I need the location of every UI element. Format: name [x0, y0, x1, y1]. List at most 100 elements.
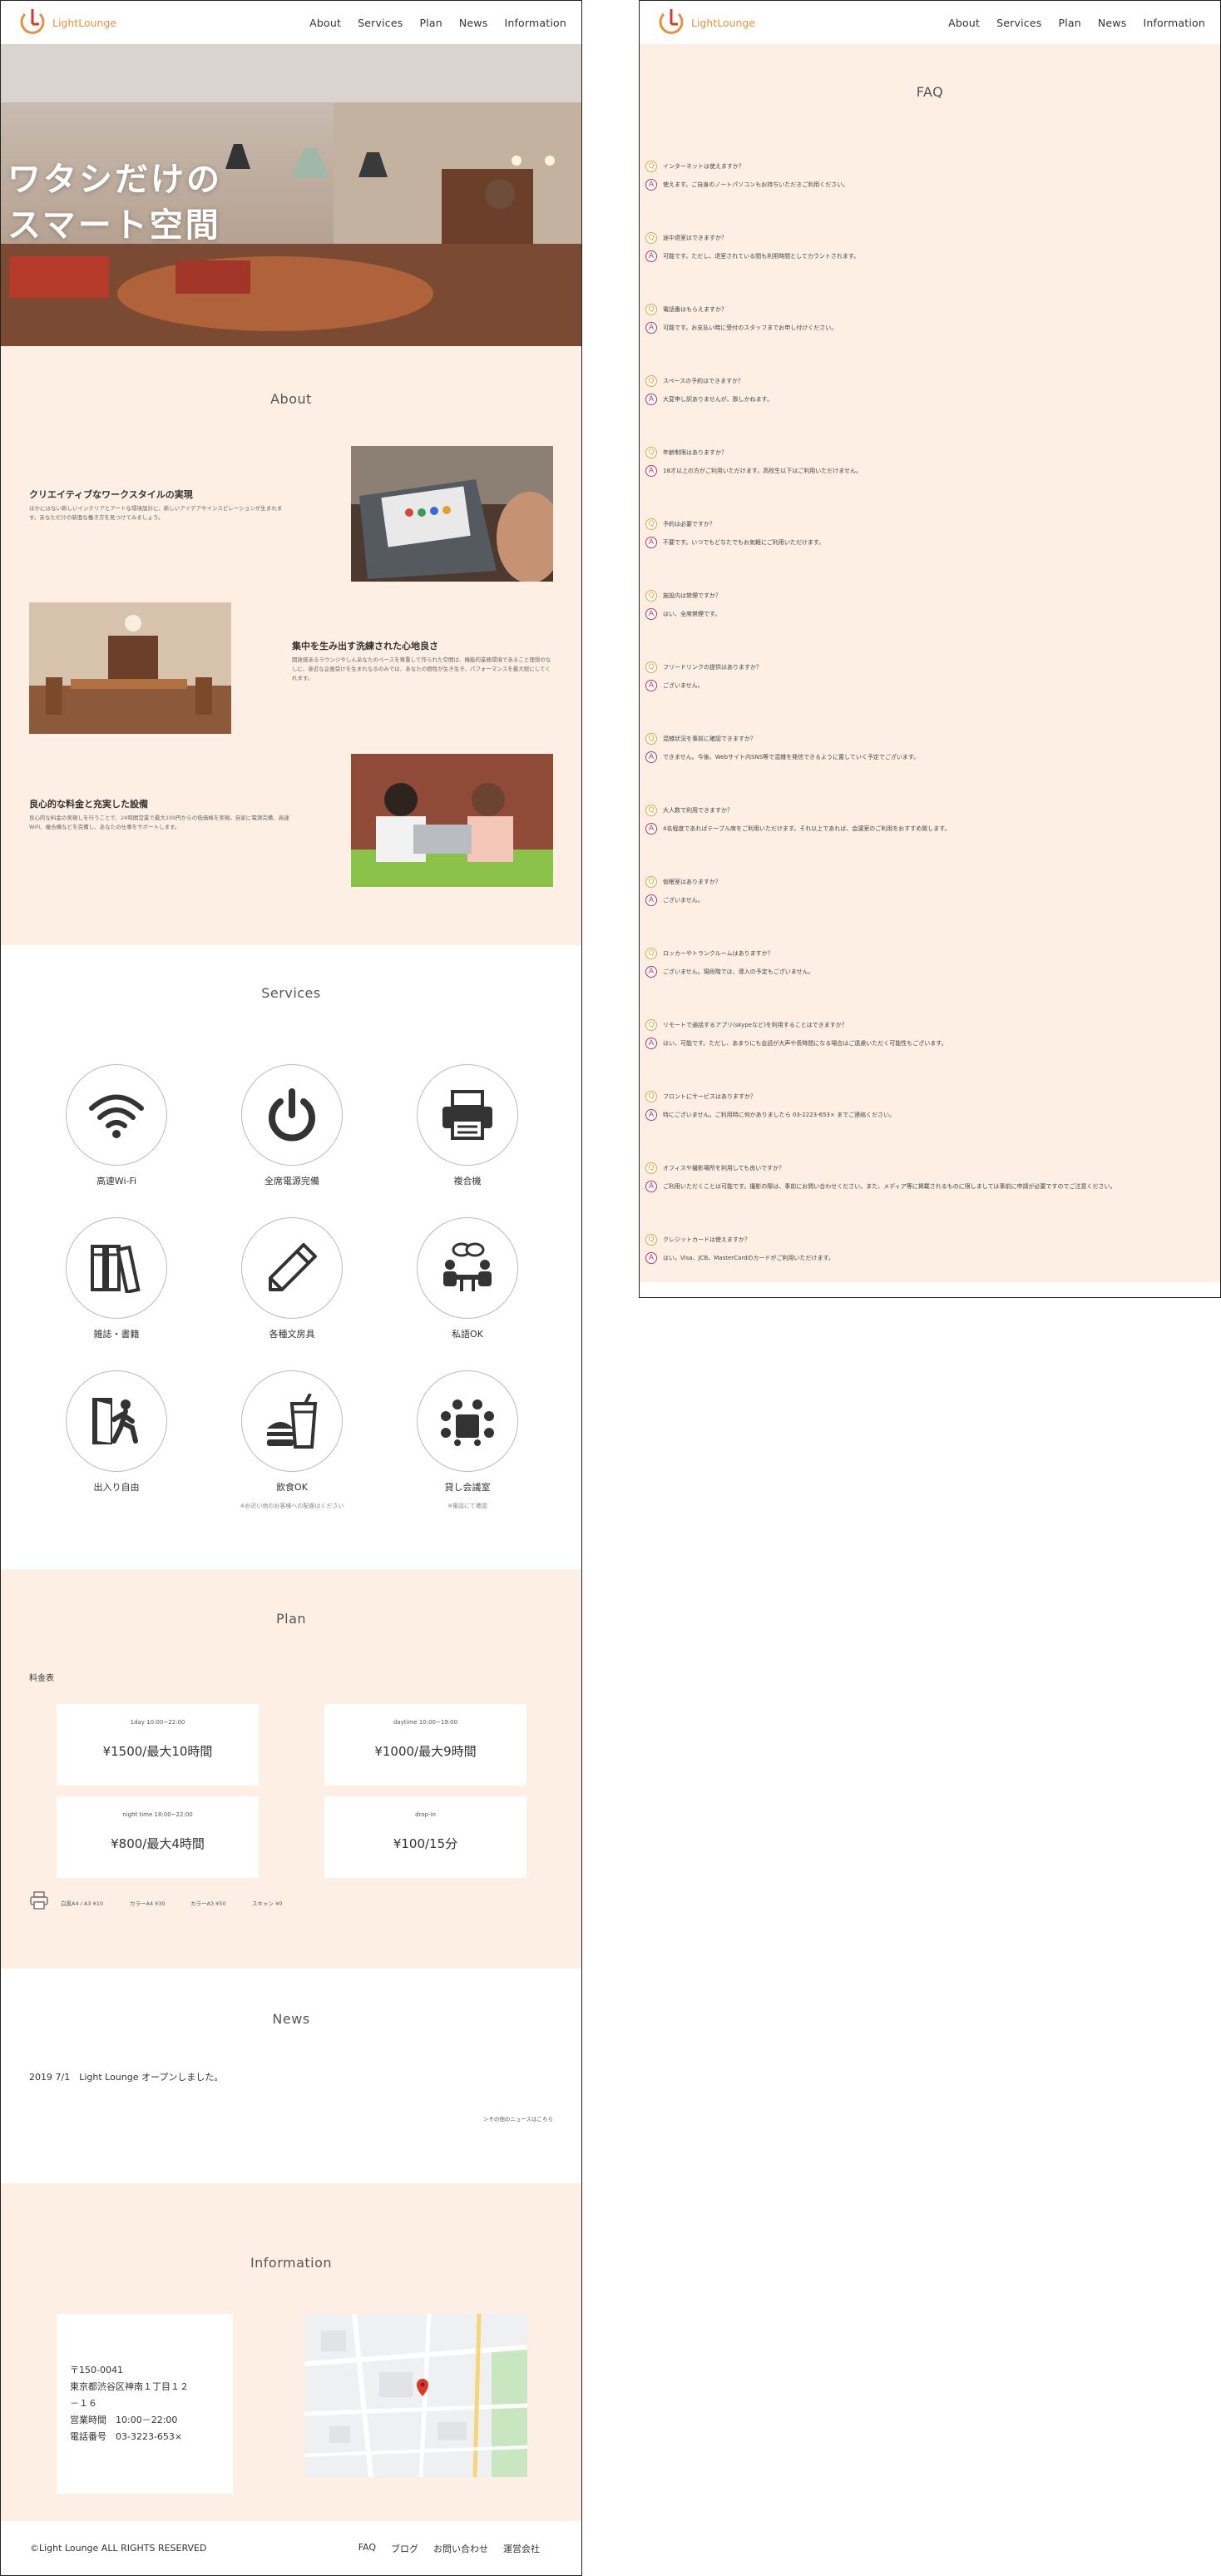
- address-box: 〒150-0041 東京都渋谷区神南１丁目１２ －１６ 営業時間 10:00－2…: [57, 2314, 233, 2494]
- faq-question[interactable]: Q 混雑状況を事前に確認できますか？: [645, 731, 1211, 746]
- footer-link-company[interactable]: 運営会社: [503, 2542, 540, 2555]
- question-badge-icon: Q: [645, 446, 657, 458]
- main-nav: About Services Plan News Information: [309, 17, 566, 29]
- faq-question[interactable]: Q クレジットカードは使えますか？: [645, 1232, 1211, 1246]
- question-badge-icon: Q: [645, 1233, 657, 1246]
- news-more-link[interactable]: ＞その他のニュースはこちら: [483, 2114, 553, 2123]
- faq-question-text: 年齢制限はありますか？: [663, 448, 727, 456]
- nav-information[interactable]: Information: [504, 17, 566, 29]
- answer-badge-icon: A: [645, 607, 657, 620]
- faq-item: Q フロントにサービスはありますか？ A 特にございません。ご利用時に何かありましたら…: [645, 1089, 1211, 1122]
- faq-question[interactable]: Q インターネットは使えますか？: [645, 159, 1211, 173]
- plan-price: ¥800/最大4時間: [111, 1836, 205, 1851]
- address-line: 東京都渋谷区神南１丁目１２: [70, 2381, 189, 2392]
- question-badge-icon: Q: [645, 1162, 657, 1174]
- address-line: －１６: [70, 2398, 97, 2409]
- feature-heading-1: クリエイティブなワークスタイルの実現: [29, 489, 193, 500]
- logo[interactable]: LightLounge: [656, 7, 755, 37]
- nav-news[interactable]: News: [1098, 17, 1127, 29]
- plan-label: drop-in: [415, 1811, 436, 1818]
- nav-plan[interactable]: Plan: [419, 17, 442, 29]
- faq-answer: A 大変申し訳ありませんが、致しかねます。: [645, 392, 1211, 406]
- nav-news[interactable]: News: [459, 17, 488, 29]
- logo[interactable]: LightLounge: [17, 7, 116, 37]
- question-badge-icon: Q: [645, 303, 657, 315]
- faq-answer-text: 可能です。ただし、退室されている間も利用時間としてカウントされます。: [663, 252, 860, 260]
- clock-logo-icon: [20, 9, 45, 34]
- faq-question[interactable]: Q 大人数で利用できますか？: [645, 803, 1211, 817]
- faq-question-text: クレジットカードは使えますか？: [663, 1236, 750, 1243]
- nav-plan[interactable]: Plan: [1058, 17, 1080, 29]
- answer-badge-icon: A: [645, 393, 657, 405]
- answer-badge-icon: A: [645, 464, 657, 477]
- service-chat: 私語OK: [405, 1217, 530, 1340]
- plan-card-1day[interactable]: 1day 10:00~22:00 ¥1500/最大10時間: [57, 1704, 259, 1786]
- question-badge-icon: Q: [645, 589, 657, 602]
- faq-question[interactable]: Q オフィスや撮影場所を利用しても良いですか？: [645, 1161, 1211, 1175]
- hero-title-line2: スマート空間: [7, 206, 221, 245]
- faq-item: Q 電話番はもらえますか？ A 可能です。お支払い時に受付のスタッフまでお申し付けくだ…: [645, 302, 1211, 334]
- answer-badge-icon: A: [645, 321, 657, 334]
- map[interactable]: [304, 2314, 527, 2477]
- footer-link-contact[interactable]: お問い合わせ: [433, 2542, 488, 2555]
- plan-price: ¥100/15分: [393, 1836, 458, 1851]
- faq-answer: A ございません。現段階では、導入の予定もございません。: [645, 964, 1211, 978]
- information-title: Information: [250, 2255, 333, 2271]
- faq-answer: A はい、可能です。ただし、あまりにも会話が大声や長時間になる場合はご遠慮いただく…: [645, 1036, 1211, 1050]
- faq-question-text: リモートで通話するアプリ(skypeなど)を利用することはできますか？: [663, 1021, 848, 1028]
- meeting-icon: [417, 1370, 518, 1472]
- brand-name: LightLounge: [52, 16, 117, 29]
- faq-answer: A 可能です。ただし、退室されている間も利用時間としてカウントされます。: [645, 249, 1211, 263]
- question-badge-icon: Q: [645, 661, 657, 673]
- faq-answer-text: ございません。: [663, 896, 704, 904]
- printer-icon: [417, 1064, 518, 1166]
- footer-link-blog[interactable]: ブログ: [391, 2542, 418, 2555]
- faq-answer: A ご利用いただくことは可能です。撮影の際は、事前にお問い合わせください。また、メ…: [645, 1179, 1211, 1193]
- feature-text-2: 開放感あるラウンジやしんあなたのペースを尊重して作られた空間は、機能的業務環境で…: [292, 656, 551, 681]
- faq-item: Q 年齢制限はありますか？ A 18才以上の方がご利用いただけます。高校生以下はご利用…: [645, 445, 1211, 478]
- nav-about[interactable]: About: [948, 17, 980, 29]
- faq-question[interactable]: Q 電話番はもらえますか？: [645, 302, 1211, 316]
- clock-logo-icon: [659, 9, 684, 34]
- working-people-photo: [351, 754, 553, 887]
- answer-badge-icon: A: [645, 679, 657, 691]
- faq-question[interactable]: Q 予約は必要ですか？: [645, 517, 1211, 531]
- footer-link-faq[interactable]: FAQ: [358, 2542, 376, 2555]
- service-label: 各種文房具: [269, 1329, 315, 1340]
- faq-question[interactable]: Q 施設内は禁煙ですか？: [645, 588, 1211, 602]
- plan-card-night[interactable]: night time 18:00~22:00 ¥800/最大4時間: [57, 1796, 259, 1878]
- nav-information[interactable]: Information: [1143, 17, 1205, 29]
- service-label: 雑誌・書籍: [93, 1329, 140, 1340]
- faq-answer: A 使えます。ご自身のノートパソコンもお持ちいただきご利用ください。: [645, 177, 1211, 191]
- faq-question[interactable]: Q リモートで通話するアプリ(skypeなど)を利用することはできますか？: [645, 1018, 1211, 1032]
- faq-answer-text: 可能です。お支払い時に受付のスタッフまでお申し付けください。: [663, 324, 838, 331]
- answer-badge-icon: A: [645, 822, 657, 835]
- business-hours: 営業時間 10:00－22:00: [70, 2415, 178, 2425]
- hero-title-line1: ワタシだけの: [7, 161, 222, 199]
- plan-card-dropin[interactable]: drop-in ¥100/15分: [324, 1796, 526, 1878]
- nav-about[interactable]: About: [309, 17, 341, 29]
- laptop-photo: [351, 446, 553, 582]
- faq-question[interactable]: Q フロントにサービスはありますか？: [645, 1089, 1211, 1103]
- faq-answer: A ございません。: [645, 678, 1211, 692]
- news-item[interactable]: 2019 7/1 Light Lounge オープンしました。: [29, 2070, 223, 2083]
- nav-services[interactable]: Services: [996, 17, 1041, 29]
- faq-question[interactable]: Q フリードリンクの提供はありますか？: [645, 660, 1211, 674]
- faq-question[interactable]: Q ロッカーやトランクルームはありますか？: [645, 946, 1211, 960]
- faq-question[interactable]: Q スペースの予約はできますか？: [645, 374, 1211, 388]
- answer-badge-icon: A: [645, 1251, 657, 1264]
- faq-answer-text: はい。Visa、JCB、MasterCardのカードがご利用いただけます。: [663, 1254, 834, 1261]
- faq-page: LightLounge About Services Plan News Inf…: [639, 0, 1221, 1298]
- information-section: Information 〒150-0041 東京都渋谷区神南１丁目１２ －１６ …: [1, 2183, 581, 2523]
- faq-question[interactable]: Q 年齢制限はありますか？: [645, 445, 1211, 459]
- wifi-icon: [66, 1064, 167, 1166]
- plan-price: ¥1500/最大10時間: [102, 1744, 213, 1759]
- footer-links: FAQ ブログ お問い合わせ 運営会社: [358, 2542, 540, 2555]
- faq-question[interactable]: Q 途中退室はできますか？: [645, 230, 1211, 245]
- nav-services[interactable]: Services: [358, 17, 403, 29]
- plan-card-daytime[interactable]: daytime 10:00~19:00 ¥1000/最大9時間: [324, 1704, 526, 1786]
- faq-question[interactable]: Q 仮眠室はありますか？: [645, 874, 1211, 889]
- answer-badge-icon: A: [645, 1108, 657, 1121]
- printer-icon: [30, 1891, 48, 1910]
- question-badge-icon: Q: [645, 732, 657, 745]
